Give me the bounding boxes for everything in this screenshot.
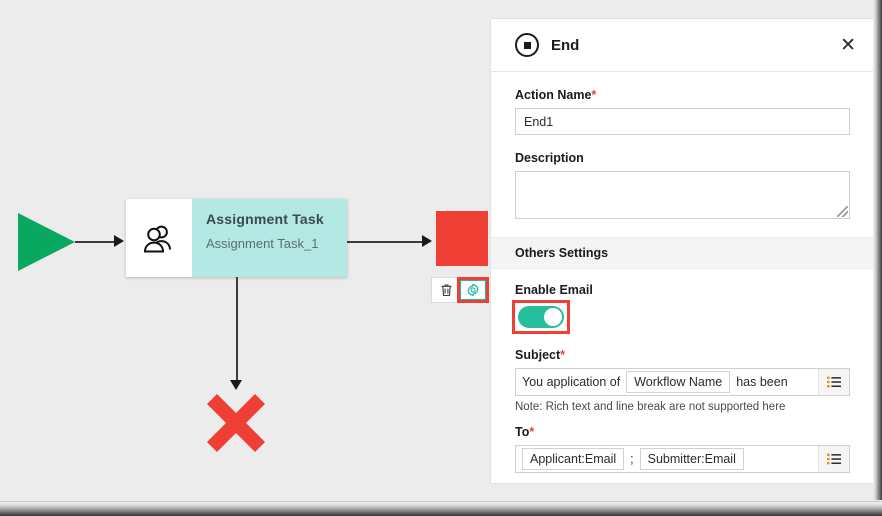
subject-required-marker: *: [560, 348, 566, 362]
panel-body: Action Name* Description Others Settings…: [491, 88, 874, 483]
enable-email-toggle[interactable]: [518, 306, 564, 328]
description-textarea[interactable]: [515, 171, 850, 219]
gear-button-highlight: [457, 277, 489, 303]
description-label: Description: [515, 151, 584, 165]
action-name-input[interactable]: [515, 108, 850, 135]
arrow-task-to-cancel-icon: [230, 380, 242, 390]
enable-email-toggle-highlight: [512, 300, 570, 334]
subject-token-workflow-name[interactable]: Workflow Name: [626, 371, 731, 393]
action-name-label-text: Action Name: [515, 88, 592, 102]
trash-icon[interactable]: [432, 279, 460, 301]
to-token-separator: ;: [630, 452, 634, 466]
edge-start-to-task: [75, 241, 116, 243]
enable-email-label: Enable Email: [515, 283, 593, 297]
subject-input-row[interactable]: You application of Workflow Name has bee…: [515, 368, 850, 396]
start-event-node[interactable]: [18, 213, 75, 271]
to-field: To* Applicant:Email ; Submitter:Email: [491, 425, 874, 473]
cancel-event-node[interactable]: [205, 392, 267, 454]
edge-task-to-end: [347, 241, 424, 243]
to-token-applicant-email[interactable]: Applicant:Email: [522, 448, 625, 470]
description-field: Description: [491, 151, 874, 219]
users-icon: [126, 199, 192, 277]
to-input-row[interactable]: Applicant:Email ; Submitter:Email: [515, 445, 850, 473]
subject-suffix-text: has been: [736, 375, 788, 389]
vertical-scrollbar[interactable]: [873, 0, 882, 500]
subject-label: Subject*: [515, 348, 850, 362]
edge-task-to-cancel: [236, 277, 238, 382]
subject-prefix-text: You application of: [522, 375, 621, 389]
panel-title: End: [551, 36, 580, 54]
action-name-label: Action Name*: [515, 88, 850, 102]
resize-grip-icon[interactable]: [837, 206, 848, 217]
panel-header: End ✕: [491, 19, 874, 72]
action-name-required-marker: *: [591, 88, 597, 102]
arrow-start-to-task-icon: [114, 235, 124, 247]
subject-note: Note: Rich text and line break are not s…: [515, 401, 786, 413]
assignment-task-title: Assignment Task: [206, 211, 324, 227]
to-label: To*: [515, 425, 850, 439]
to-input[interactable]: Applicant:Email ; Submitter:Email: [516, 446, 818, 472]
close-icon[interactable]: ✕: [840, 35, 856, 55]
gear-icon[interactable]: [460, 280, 486, 300]
end-event-node[interactable]: [436, 211, 488, 266]
to-required-marker: *: [529, 425, 535, 439]
to-label-text: To: [515, 425, 530, 439]
to-list-icon[interactable]: [818, 446, 849, 472]
toggle-knob: [544, 308, 562, 326]
node-toolbar[interactable]: [431, 277, 489, 303]
end-event-icon: [515, 33, 539, 57]
subject-input[interactable]: You application of Workflow Name has bee…: [516, 369, 818, 395]
end-properties-panel[interactable]: End ✕ Action Name* Description Others Se…: [490, 18, 875, 484]
subject-label-text: Subject: [515, 348, 561, 362]
assignment-task-node[interactable]: Assignment Task Assignment Task_1: [126, 199, 347, 277]
others-settings-section-header: Others Settings: [491, 237, 874, 269]
assignment-task-subtitle: Assignment Task_1: [206, 236, 319, 251]
to-token-submitter-email[interactable]: Submitter:Email: [639, 448, 744, 470]
arrow-task-to-end-icon: [422, 235, 432, 247]
subject-list-icon[interactable]: [818, 369, 849, 395]
horizontal-scrollbar[interactable]: [0, 501, 882, 516]
subject-field: Subject* You application of Workflow Nam…: [491, 348, 874, 413]
action-name-field: Action Name*: [491, 88, 874, 135]
enable-email-field: Enable Email: [491, 283, 874, 336]
